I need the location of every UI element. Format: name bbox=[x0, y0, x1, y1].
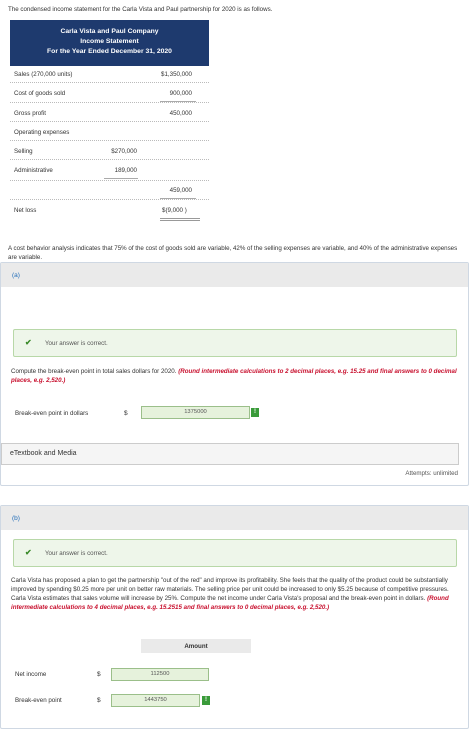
gross-profit-label: Gross profit bbox=[14, 110, 46, 117]
part-b-correct-msg: Your answer is correct. bbox=[45, 550, 108, 557]
net-income-input[interactable]: 112500 bbox=[111, 668, 209, 681]
part-a-correct-banner: ✔ Your answer is correct. bbox=[13, 329, 457, 357]
bep-currency: $ bbox=[97, 697, 101, 704]
correct-badge-icon: ! bbox=[202, 696, 210, 705]
statement-period: For the Year Ended December 31, 2020 bbox=[47, 48, 172, 55]
part-b-correct-banner: ✔ Your answer is correct. bbox=[13, 539, 457, 567]
selling-value: $270,000 bbox=[111, 148, 137, 155]
correct-badge-icon: ! bbox=[251, 408, 259, 417]
net-loss-value: $(9,000 ) bbox=[162, 207, 187, 214]
bep-dollars-input[interactable]: 1375000 bbox=[141, 406, 250, 419]
company-name: Carla Vista and Paul Company bbox=[60, 28, 159, 35]
selling-label: Selling bbox=[14, 148, 33, 155]
checkmark-icon: ✔ bbox=[25, 548, 32, 557]
opex-label: Operating expenses bbox=[14, 129, 70, 136]
sales-value: $1,350,000 bbox=[161, 71, 192, 78]
bep-dollars-currency: $ bbox=[124, 410, 128, 417]
behavior-text: A cost behavior analysis indicates that … bbox=[8, 245, 458, 261]
part-b-question-text: Carla Vista has proposed a plan to get t… bbox=[11, 577, 449, 602]
gross-profit-value: 450,000 bbox=[169, 110, 192, 117]
part-a-question-text: Compute the break-even point in total sa… bbox=[11, 368, 177, 375]
net-income-label: Net income bbox=[15, 671, 47, 678]
part-a-question: Compute the break-even point in total sa… bbox=[11, 367, 457, 385]
part-b-panel: (b) ✔ Your answer is correct. Carla Vist… bbox=[0, 505, 469, 729]
part-b-tag: (b) bbox=[12, 515, 20, 522]
net-loss-label: Net loss bbox=[14, 207, 37, 214]
sales-label: Sales (270,000 units) bbox=[14, 71, 73, 78]
bep-dollars-label: Break-even point in dollars bbox=[15, 410, 89, 417]
checkmark-icon: ✔ bbox=[25, 338, 32, 347]
statement-header: Carla Vista and Paul Company Income Stat… bbox=[10, 20, 209, 66]
part-a-tag: (a) bbox=[12, 272, 20, 279]
etextbook-button[interactable]: eTextbook and Media bbox=[1, 443, 459, 465]
amount-column-header: Amount bbox=[141, 639, 251, 653]
intro-text: The condensed income statement for the C… bbox=[8, 6, 273, 13]
part-b-question: Carla Vista has proposed a plan to get t… bbox=[11, 576, 459, 612]
part-a-correct-msg: Your answer is correct. bbox=[45, 340, 108, 347]
part-a-panel: (a) ✔ Your answer is correct. Compute th… bbox=[0, 262, 469, 486]
net-income-currency: $ bbox=[97, 671, 101, 678]
opex-total-value: 459,000 bbox=[169, 187, 192, 194]
bep-input[interactable]: 1443750 bbox=[111, 694, 200, 707]
cogs-label: Cost of goods sold bbox=[14, 90, 66, 97]
admin-value: 189,000 bbox=[114, 167, 137, 174]
bep-label: Break-even point bbox=[15, 697, 62, 704]
statement-title: Income Statement bbox=[80, 38, 139, 45]
cogs-value: 900,000 bbox=[169, 90, 192, 97]
attempts-text: Attempts: unlimited bbox=[405, 470, 458, 477]
admin-label: Administrative bbox=[14, 167, 53, 174]
